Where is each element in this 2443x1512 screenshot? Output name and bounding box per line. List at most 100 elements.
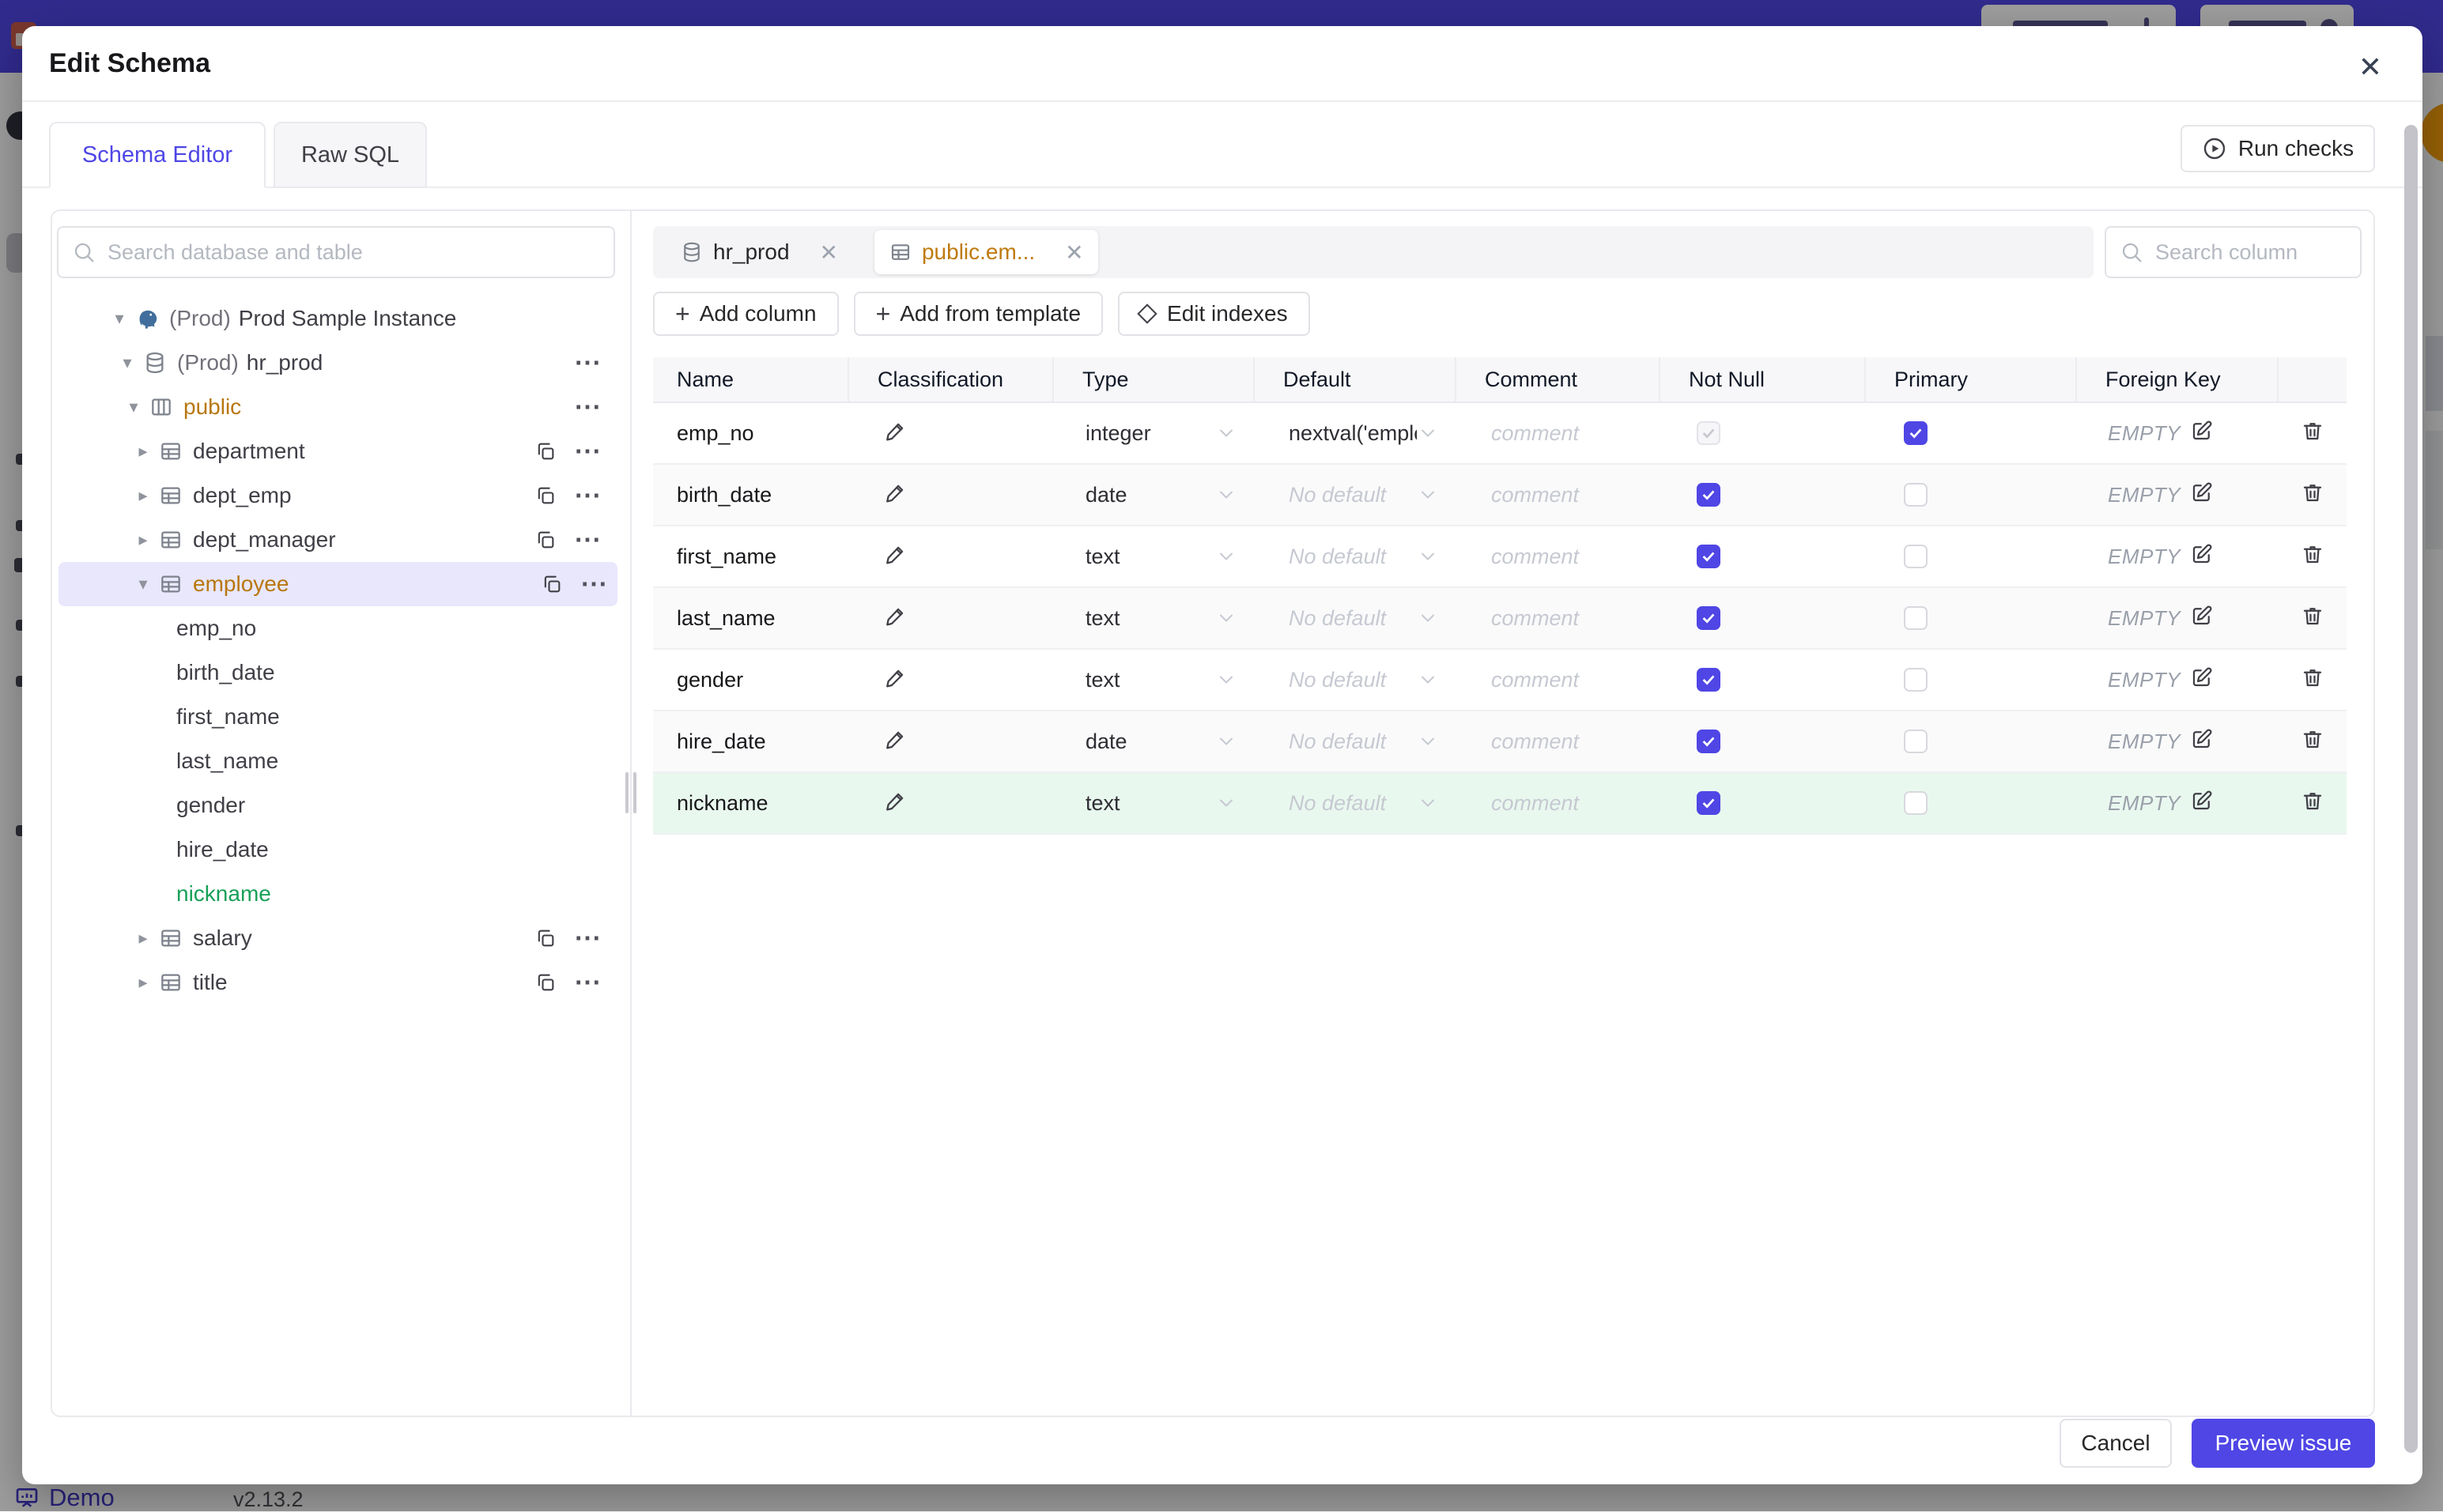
edit-foreign-key-icon[interactable] — [2190, 727, 2214, 756]
copy-icon[interactable] — [534, 529, 557, 551]
classification-edit-icon[interactable] — [884, 481, 908, 510]
delete-row-icon[interactable] — [2301, 419, 2324, 448]
tree-item-dept-emp[interactable]: ▸ dept_emp ⋯ — [52, 473, 630, 518]
tab-chip-public-employee[interactable]: public.em... ✕ — [874, 230, 1098, 274]
more-menu-icon[interactable]: ⋯ — [574, 399, 602, 415]
edit-indexes-button[interactable]: Edit indexes — [1118, 292, 1310, 336]
type-select[interactable]: text — [1054, 650, 1255, 710]
type-select[interactable]: text — [1054, 526, 1255, 586]
primary-checkbox[interactable] — [1904, 545, 1928, 568]
column-name[interactable]: hire_date — [653, 711, 849, 771]
caret-right-icon[interactable]: ▸ — [128, 441, 158, 462]
not-null-checkbox[interactable] — [1697, 791, 1720, 815]
type-select[interactable]: date — [1054, 711, 1255, 771]
caret-right-icon[interactable]: ▸ — [128, 530, 158, 550]
comment-input[interactable]: comment — [1456, 465, 1660, 525]
tab-chip-hr-prod[interactable]: hr_prod ✕ — [666, 230, 852, 274]
more-menu-icon[interactable]: ⋯ — [574, 443, 602, 459]
copy-icon[interactable] — [534, 971, 557, 994]
type-select[interactable]: text — [1054, 588, 1255, 648]
tree-column-hire-date[interactable]: hire_date — [52, 828, 630, 872]
caret-down-icon[interactable]: ▾ — [104, 308, 134, 329]
default-select[interactable]: nextval('employ — [1255, 403, 1456, 463]
column-name[interactable]: birth_date — [653, 465, 849, 525]
tree-item-title[interactable]: ▸ title ⋯ — [52, 960, 630, 1005]
type-select[interactable]: integer — [1054, 403, 1255, 463]
delete-row-icon[interactable] — [2301, 789, 2324, 818]
preview-issue-button[interactable]: Preview issue — [2192, 1419, 2375, 1468]
add-column-button[interactable]: + Add column — [653, 292, 839, 336]
comment-input[interactable]: comment — [1456, 403, 1660, 463]
edit-foreign-key-icon[interactable] — [2190, 604, 2214, 633]
tree-column-birth-date[interactable]: birth_date — [52, 650, 630, 695]
comment-input[interactable]: comment — [1456, 650, 1660, 710]
tree-item-dept-manager[interactable]: ▸ dept_manager ⋯ — [52, 518, 630, 562]
primary-checkbox[interactable] — [1904, 483, 1928, 507]
not-null-checkbox[interactable] — [1697, 606, 1720, 630]
edit-foreign-key-icon[interactable] — [2190, 481, 2214, 510]
not-null-checkbox[interactable] — [1697, 668, 1720, 692]
type-select[interactable]: date — [1054, 465, 1255, 525]
classification-edit-icon[interactable] — [884, 419, 908, 448]
column-name[interactable]: first_name — [653, 526, 849, 586]
tree-column-emp-no[interactable]: emp_no — [52, 606, 630, 650]
more-menu-icon[interactable]: ⋯ — [574, 975, 602, 990]
panel-resize-handle[interactable] — [621, 771, 641, 815]
tree-item-hr-prod[interactable]: ▾ (Prod) hr_prod ⋯ — [52, 341, 630, 385]
classification-edit-icon[interactable] — [884, 604, 908, 633]
caret-right-icon[interactable]: ▸ — [128, 928, 158, 948]
delete-row-icon[interactable] — [2301, 604, 2324, 633]
tree-column-nickname[interactable]: nickname — [52, 872, 630, 916]
default-select[interactable]: No default — [1255, 465, 1456, 525]
not-null-checkbox[interactable] — [1697, 545, 1720, 568]
tree-item-employee[interactable]: ▾ employee ⋯ — [59, 562, 617, 606]
more-menu-icon[interactable]: ⋯ — [574, 930, 602, 946]
primary-checkbox[interactable] — [1904, 421, 1928, 445]
tree-column-first-name[interactable]: first_name — [52, 695, 630, 739]
comment-input[interactable]: comment — [1456, 773, 1660, 833]
default-select[interactable]: No default — [1255, 650, 1456, 710]
copy-icon[interactable] — [534, 440, 557, 462]
more-menu-icon[interactable]: ⋯ — [580, 576, 608, 592]
cancel-button[interactable]: Cancel — [2060, 1419, 2172, 1468]
more-menu-icon[interactable]: ⋯ — [574, 532, 602, 548]
not-null-checkbox[interactable] — [1697, 483, 1720, 507]
classification-edit-icon[interactable] — [884, 727, 908, 756]
caret-right-icon[interactable]: ▸ — [128, 972, 158, 993]
default-select[interactable]: No default — [1255, 711, 1456, 771]
caret-down-icon[interactable]: ▾ — [112, 353, 142, 373]
edit-foreign-key-icon[interactable] — [2190, 419, 2214, 448]
copy-icon[interactable] — [534, 927, 557, 949]
copy-icon[interactable] — [541, 573, 563, 595]
edit-foreign-key-icon[interactable] — [2190, 542, 2214, 571]
delete-row-icon[interactable] — [2301, 727, 2324, 756]
type-select[interactable]: text — [1054, 773, 1255, 833]
run-checks-button[interactable]: Run checks — [2181, 125, 2375, 172]
caret-down-icon[interactable]: ▾ — [128, 574, 158, 594]
column-name[interactable]: gender — [653, 650, 849, 710]
column-name[interactable]: emp_no — [653, 403, 849, 463]
caret-right-icon[interactable]: ▸ — [128, 485, 158, 506]
tab-schema-editor[interactable]: Schema Editor — [49, 122, 266, 188]
classification-edit-icon[interactable] — [884, 542, 908, 571]
more-menu-icon[interactable]: ⋯ — [574, 355, 602, 371]
default-select[interactable]: No default — [1255, 773, 1456, 833]
tree-column-last-name[interactable]: last_name — [52, 739, 630, 783]
default-select[interactable]: No default — [1255, 526, 1456, 586]
delete-row-icon[interactable] — [2301, 481, 2324, 510]
not-null-checkbox[interactable] — [1697, 730, 1720, 753]
more-menu-icon[interactable]: ⋯ — [574, 488, 602, 503]
tab-raw-sql[interactable]: Raw SQL — [274, 122, 427, 188]
primary-checkbox[interactable] — [1904, 730, 1928, 753]
column-name[interactable]: last_name — [653, 588, 849, 648]
tree-item-instance[interactable]: ▾ (Prod) Prod Sample Instance — [52, 296, 630, 341]
tree-search-input[interactable] — [57, 226, 615, 278]
delete-row-icon[interactable] — [2301, 542, 2324, 571]
edit-foreign-key-icon[interactable] — [2190, 789, 2214, 818]
tree-item-department[interactable]: ▸ department ⋯ — [52, 429, 630, 473]
column-name[interactable]: nickname — [653, 773, 849, 833]
caret-down-icon[interactable]: ▾ — [119, 397, 149, 417]
comment-input[interactable]: comment — [1456, 526, 1660, 586]
copy-icon[interactable] — [534, 485, 557, 507]
tree-item-public[interactable]: ▾ public ⋯ — [52, 385, 630, 429]
